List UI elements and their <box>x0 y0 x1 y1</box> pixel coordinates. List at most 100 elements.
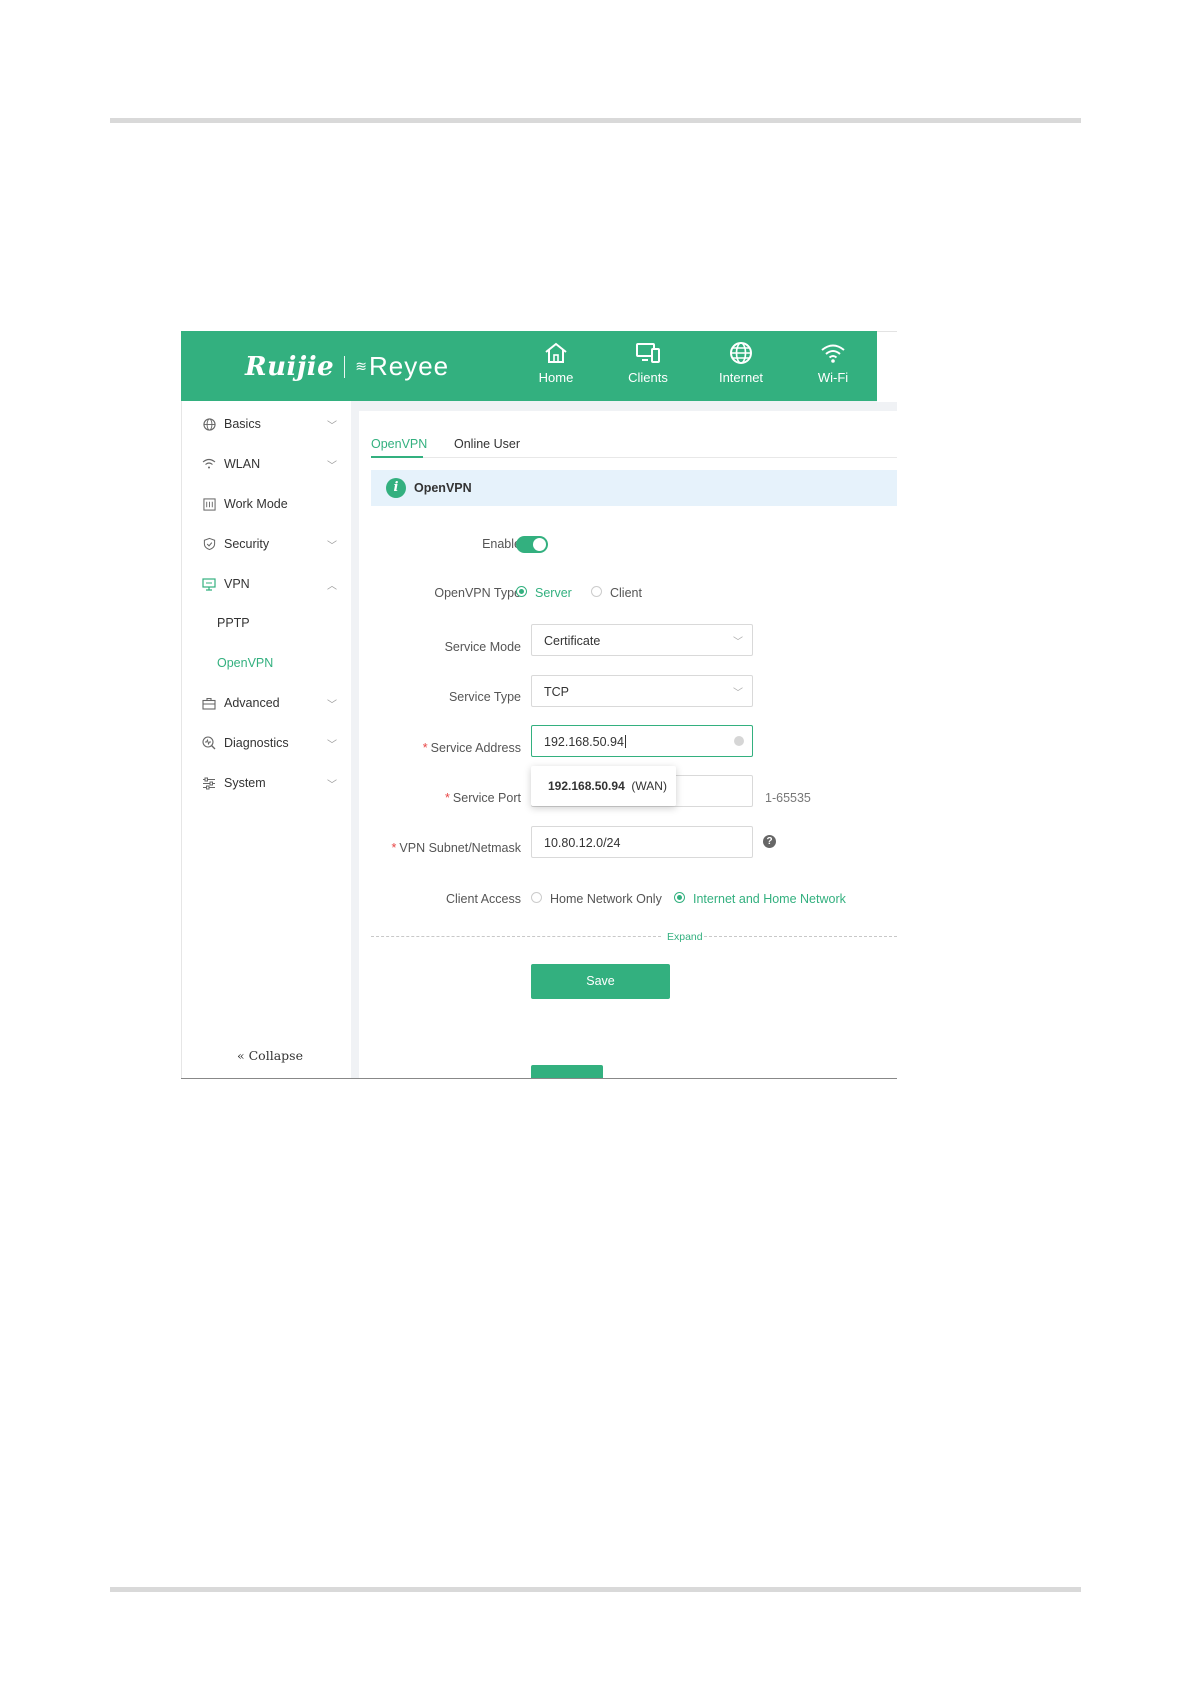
openvpn-banner: i OpenVPN <box>371 470 897 506</box>
workmode-icon <box>202 497 216 511</box>
sliders-icon <box>202 776 216 790</box>
sidebar-item-vpn[interactable]: VPN ︿ <box>202 574 337 594</box>
reyee-logo-text: Reyee <box>368 351 450 381</box>
address-suggestion-option[interactable]: 192.168.50.94 (WAN) <box>548 779 667 793</box>
service-type-value: TCP <box>544 685 569 699</box>
sidebar-item-work-mode[interactable]: Work Mode <box>202 494 337 514</box>
vpn-subnet-input[interactable]: 10.80.12.0/24 <box>531 826 753 858</box>
monitor-icon <box>202 577 216 591</box>
type-client-radio[interactable] <box>591 586 602 597</box>
reyee-mark-icon: ≋ <box>355 358 367 374</box>
nav-home[interactable]: Home <box>521 341 591 387</box>
service-address-value: 192.168.50.94 <box>544 735 626 749</box>
sidebar-item-advanced[interactable]: Advanced ﹀ <box>202 693 337 713</box>
nav-wifi-label: Wi-Fi <box>817 370 849 385</box>
sidebar-item-wlan[interactable]: WLAN ﹀ <box>202 454 337 474</box>
chevron-down-icon: ﹀ <box>327 700 337 711</box>
type-client-label[interactable]: Client <box>610 586 642 600</box>
service-port-range-hint: 1-65535 <box>765 791 811 805</box>
clear-icon[interactable] <box>734 736 744 746</box>
sidebar-item-label: Basics <box>224 417 261 431</box>
service-port-label: * Service Port <box>445 791 521 805</box>
tab-online-user[interactable]: Online User <box>454 437 520 451</box>
sidebar-item-label: Work Mode <box>224 497 288 511</box>
type-server-label[interactable]: Server <box>535 586 572 600</box>
sidebar-item-label: System <box>224 776 266 790</box>
sidebar-item-diagnostics[interactable]: Diagnostics ﹀ <box>202 733 337 753</box>
address-suggestion-dropdown: 192.168.50.94 (WAN) <box>531 766 676 806</box>
access-internet-home-radio[interactable] <box>674 892 685 903</box>
sidebar-item-label: Security <box>224 537 270 551</box>
vpn-subnet-value: 10.80.12.0/24 <box>544 836 621 850</box>
tab-openvpn[interactable]: OpenVPN <box>371 437 427 451</box>
save-button[interactable]: Save <box>531 964 670 999</box>
ruijie-logo-text: Ruijie <box>245 351 335 382</box>
topbar-extension <box>877 331 897 402</box>
nav-internet-label: Internet <box>718 370 764 385</box>
chevron-down-icon: ﹀ <box>327 421 337 432</box>
service-mode-value: Certificate <box>544 634 601 648</box>
secondary-action-button[interactable] <box>531 1065 603 1078</box>
service-address-input[interactable]: 192.168.50.94 <box>531 725 753 757</box>
logo-separator <box>344 355 346 378</box>
active-tab-underline <box>371 456 423 458</box>
sidebar-subitem-pptp[interactable]: PPTP <box>217 616 250 630</box>
expand-divider-left <box>371 936 661 937</box>
shield-icon <box>202 537 216 551</box>
brand-logo: Ruijie ≋ Reyee <box>245 351 449 382</box>
globe-icon <box>202 417 216 431</box>
expand-divider-right <box>704 936 897 937</box>
nav-clients-label: Clients <box>628 370 668 385</box>
access-internet-home-label[interactable]: Internet and Home Network <box>693 892 846 906</box>
access-home-only-radio[interactable] <box>531 892 542 903</box>
required-mark: * <box>391 841 397 855</box>
home-icon <box>545 342 567 363</box>
tab-divider <box>371 457 897 458</box>
sidebar-item-basics[interactable]: Basics ﹀ <box>202 414 337 434</box>
service-type-select[interactable]: TCP ﹀ <box>531 675 753 707</box>
chevron-down-icon: ﹀ <box>327 541 337 552</box>
chevron-down-icon: ﹀ <box>327 740 337 751</box>
sidebar-item-label: WLAN <box>224 457 261 471</box>
chevron-down-icon: ﹀ <box>733 688 743 699</box>
diagnostics-icon <box>202 736 216 750</box>
chevron-down-icon: ﹀ <box>327 461 337 472</box>
access-home-only-label[interactable]: Home Network Only <box>550 892 662 906</box>
service-address-label: * Service Address <box>422 741 521 755</box>
help-icon[interactable]: ? <box>763 835 776 848</box>
nav-internet[interactable]: Internet <box>706 341 776 387</box>
toolbox-icon <box>202 696 216 710</box>
service-type-label: Service Type <box>448 690 521 704</box>
page-header-rule <box>110 118 1081 123</box>
expand-link[interactable]: Expand <box>667 931 703 943</box>
type-server-radio[interactable] <box>516 586 527 597</box>
enable-toggle[interactable] <box>516 536 548 553</box>
openvpn-type-label: OpenVPN Type <box>434 586 521 600</box>
required-mark: * <box>445 791 450 805</box>
sidebar-item-label: VPN <box>224 577 250 591</box>
router-ui-screenshot: Ruijie ≋ Reyee Home Clients Internet Wi-… <box>181 331 897 1079</box>
service-mode-select[interactable]: Certificate ﹀ <box>531 624 753 656</box>
chevron-down-icon: ﹀ <box>327 780 337 791</box>
client-access-label: Client Access <box>445 892 521 906</box>
top-bar: Ruijie ≋ Reyee Home Clients Internet Wi-… <box>181 331 877 401</box>
sidebar: Basics ﹀ WLAN ﹀ Work Mode Security ﹀ VPN… <box>181 401 351 1078</box>
wifi-icon <box>202 457 216 471</box>
sidebar-subitem-openvpn[interactable]: OpenVPN <box>217 656 273 670</box>
sidebar-item-system[interactable]: System ﹀ <box>202 773 337 793</box>
chevron-up-icon: ︿ <box>327 581 337 592</box>
collapse-sidebar-button[interactable]: « Collapse <box>237 1048 303 1063</box>
service-mode-label: Service Mode <box>444 640 521 654</box>
nav-clients[interactable]: Clients <box>613 341 683 387</box>
chevron-down-icon: ﹀ <box>733 637 743 648</box>
banner-title: OpenVPN <box>414 481 472 495</box>
main-panel: OpenVPN Online User i OpenVPN Enable Ope… <box>359 411 897 1078</box>
page-footer-rule <box>110 1587 1081 1592</box>
nav-wifi[interactable]: Wi-Fi <box>798 341 868 387</box>
sidebar-item-label: Advanced <box>224 696 280 710</box>
sidebar-item-security[interactable]: Security ﹀ <box>202 534 337 554</box>
wifi-icon <box>821 344 845 363</box>
devices-icon <box>636 343 660 363</box>
info-icon: i <box>386 478 406 498</box>
sidebar-item-label: Diagnostics <box>224 736 289 750</box>
